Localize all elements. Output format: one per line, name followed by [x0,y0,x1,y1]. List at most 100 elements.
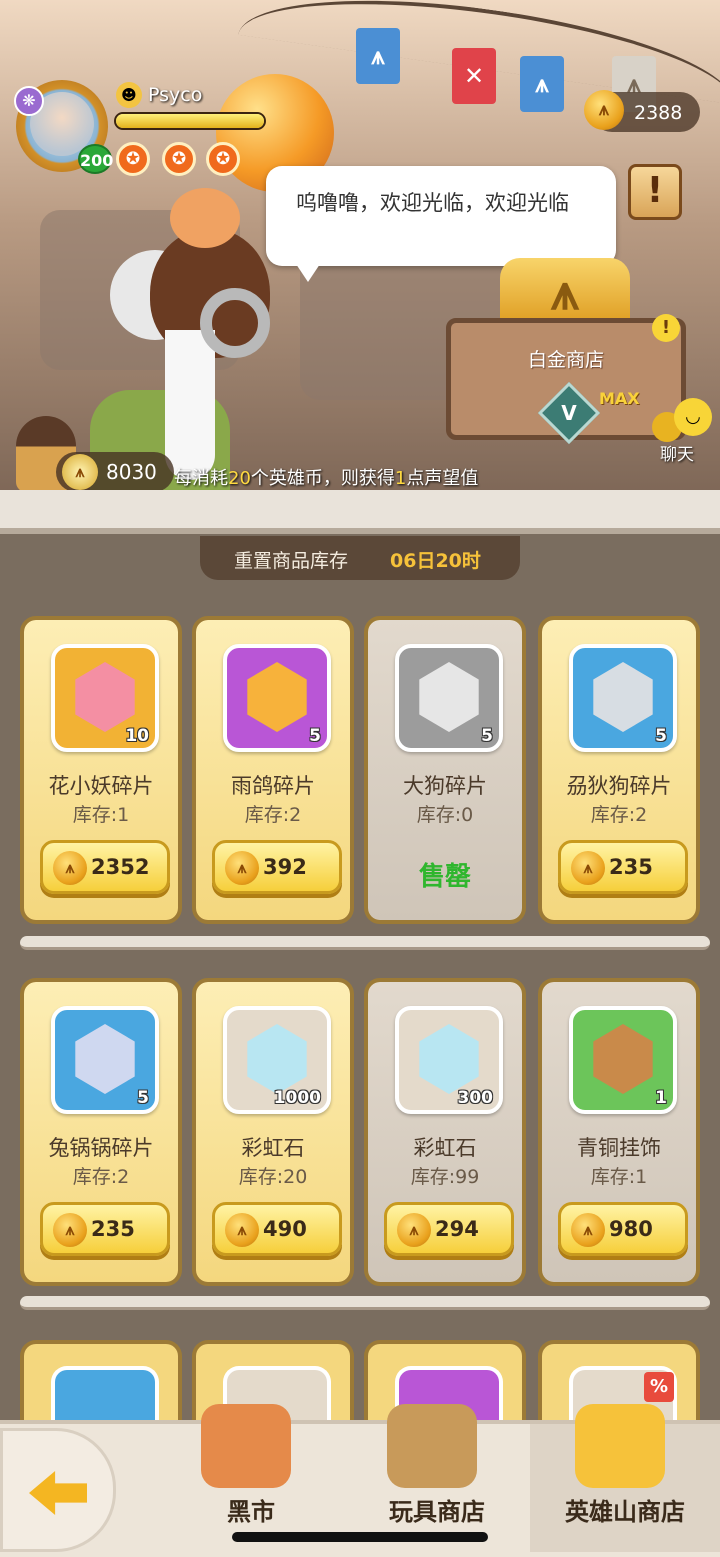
tab-hero-mountain-shop[interactable]: 英雄山商店 [530,1404,720,1552]
npc-dialogue: 呜噜噜，欢迎光临，欢迎光临 [296,191,569,215]
item-card[interactable]: 1 青铜挂饰 库存:1 ⩚ 980 [538,978,700,1286]
item-name: 彩虹石 [413,1136,477,1160]
chat-label: 聊天 [660,445,694,465]
npc-beard [165,330,215,480]
emoji-icon: ☻ [116,82,142,108]
item-name: 兔锅锅碎片 [48,1136,154,1160]
npc-speech-bubble: 呜噜噜，欢迎光临，欢迎光临 [266,166,616,282]
item-name: 雨鸽碎片 [231,774,315,798]
medal-icon[interactable]: ✪ [162,142,196,176]
xp-bar [114,112,266,130]
item-card[interactable] [20,1340,182,1446]
item-price: 392 [263,855,307,879]
hero-coin-icon: ⩚ [62,454,98,490]
hero-coin-value: 8030 [106,460,157,484]
gold-coin-icon: ⩚ [225,1213,259,1247]
item-gem-icon [593,662,653,732]
black-market-icon [201,1404,291,1488]
buy-button[interactable]: ⩚ 235 [40,1202,170,1256]
item-gem-icon [593,1024,653,1094]
item-card[interactable]: 300 彩虹石 库存:99 ⩚ 294 [364,978,526,1286]
gold-coin-icon: ⩚ [53,1213,87,1247]
item-price: 294 [435,1217,479,1241]
buy-button[interactable]: ⩚ 294 [384,1202,514,1256]
buy-button[interactable]: ⩚ 2352 [40,840,170,894]
back-button[interactable] [0,1428,116,1552]
item-quantity: 5 [481,726,493,746]
item-stock: 库存:2 [72,1166,130,1188]
item-tile: 300 [395,1006,503,1114]
toy-shop-icon [387,1404,477,1488]
item-tile: 1000 [223,1006,331,1114]
restock-label: 重置商品库存 [234,550,349,572]
buy-button[interactable]: ⩚ 980 [558,1202,688,1256]
reputation-tip: 每消耗20个英雄币，则获得1点声望值 [174,468,479,489]
buy-button[interactable]: ⩚ 490 [212,1202,342,1256]
xp-fill [116,114,264,128]
restock-time: 06日20时 [390,550,481,572]
item-gem-icon [75,1024,135,1094]
shop-title: 白金商店 [527,349,604,371]
shop-scene: ⩚ ✕ ⩚ ⩚ ❋ 200 ✪ ✪ ✪ ☻ Psyco ⩚ 2388 ! 呜噜噜… [0,0,720,500]
medal-icon[interactable]: ✪ [116,142,150,176]
item-stock: 库存:2 [590,804,648,826]
back-arrow-icon [29,1471,87,1515]
item-price: 490 [263,1217,307,1241]
item-quantity: 300 [457,1088,494,1108]
item-stock: 库存:2 [244,804,302,826]
item-gem-icon [247,1024,307,1094]
tab-label: 玩具商店 [389,1498,485,1526]
item-name: 青铜挂饰 [577,1136,661,1160]
item-stock: 库存:1 [590,1166,648,1188]
restock-banner: 重置商品库存 06日20时 [200,536,520,580]
item-card[interactable]: 5 雨鸽碎片 库存:2 ⩚ 392 [192,616,354,924]
item-tile: 5 [569,644,677,752]
item-gem-icon [419,662,479,732]
item-quantity: 5 [655,726,667,746]
item-card[interactable]: 5 大狗碎片 库存:0 售罄 [364,616,526,924]
home-indicator [232,1532,488,1542]
item-tile: 1 [569,1006,677,1114]
bunting-flag: ✕ [452,48,496,104]
item-price: 980 [609,1217,653,1241]
item-quantity: 5 [309,726,321,746]
medal-icon[interactable]: ✪ [206,142,240,176]
npc-ring [200,288,270,358]
item-gem-icon [75,662,135,732]
item-quantity: 10 [125,726,149,746]
gold-coin-icon: ⩚ [571,851,605,885]
item-name: 大狗碎片 [403,774,487,798]
item-price: 235 [91,1217,135,1241]
tab-label: 英雄山商店 [565,1498,685,1526]
item-stock: 库存:20 [238,1166,308,1188]
item-price: 2352 [91,855,150,879]
item-tile: 10 [51,644,159,752]
item-gem-icon [419,1024,479,1094]
item-quantity: 1000 [273,1088,321,1108]
chat-button[interactable]: ◡ 聊天 [650,398,712,465]
gold-coin-icon: ⩚ [53,851,87,885]
gold-coin-icon: ⩚ [397,1213,431,1247]
shelf-divider [20,1296,710,1310]
hero-mountain-shop-icon [575,1404,665,1488]
item-card[interactable]: 10 花小妖碎片 库存:1 ⩚ 2352 [20,616,182,924]
item-stock: 库存:1 [72,804,130,826]
item-gem-icon [247,662,307,732]
gold-coin-icon: ⩚ [225,851,259,885]
buy-button[interactable]: ⩚ 235 [558,840,688,894]
item-card[interactable]: 5 刕狄狗碎片 库存:2 ⩚ 235 [538,616,700,924]
item-tile: 5 [223,644,331,752]
shelf-divider [20,936,710,950]
npc-sprout [170,188,240,248]
item-card[interactable]: 5 兔锅锅碎片 库存:2 ⩚ 235 [20,978,182,1286]
gold-currency[interactable]: ⩚ 2388 [584,90,700,132]
item-card[interactable]: 1000 彩虹石 库存:20 ⩚ 490 [192,978,354,1286]
hero-coin-balance: ⩚ 8030 [56,452,174,492]
player-name: Psyco [148,84,203,106]
notice-button[interactable]: ! [628,164,682,220]
player-level: 200 [78,144,113,174]
info-icon[interactable]: ! [652,314,680,342]
stone-divider [0,490,720,534]
max-label: MAX [599,389,640,408]
buy-button[interactable]: ⩚ 392 [212,840,342,894]
